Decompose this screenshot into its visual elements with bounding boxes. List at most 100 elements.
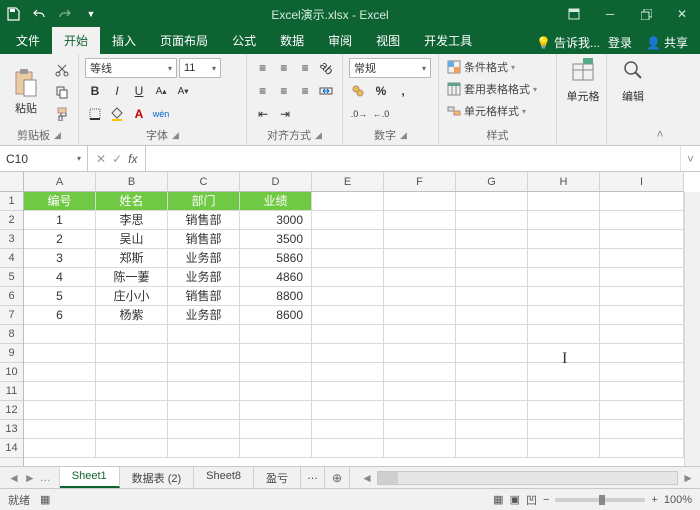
qa-save-icon[interactable] <box>0 3 26 25</box>
horizontal-scrollbar[interactable]: ◄ ► <box>355 467 700 488</box>
underline-button[interactable]: U <box>129 81 149 101</box>
edit-button[interactable]: 编辑 <box>613 58 653 104</box>
col-C[interactable]: C <box>168 172 240 191</box>
accept-formula-icon[interactable]: ✓ <box>112 152 122 166</box>
cell-style-button[interactable]: 单元格样式▾ <box>445 102 550 120</box>
sheet-list-button[interactable]: … <box>40 472 51 484</box>
expand-formula-bar[interactable]: ˅ <box>680 146 700 171</box>
col-E[interactable]: E <box>312 172 384 191</box>
cell-D1[interactable]: 业绩 <box>240 192 312 211</box>
vertical-scrollbar[interactable] <box>684 192 700 466</box>
tab-view[interactable]: 视图 <box>364 27 412 54</box>
col-B[interactable]: B <box>96 172 168 191</box>
row-8[interactable]: 8 <box>0 325 23 344</box>
increase-decimal-button[interactable]: .0→ <box>349 104 369 124</box>
tab-insert[interactable]: 插入 <box>100 27 148 54</box>
sheet-next-button[interactable]: ► <box>24 471 36 485</box>
fill-color-button[interactable] <box>107 104 127 124</box>
align-launcher[interactable]: ◢ <box>315 130 322 141</box>
indent-increase-button[interactable]: ⇥ <box>275 104 295 124</box>
collapse-ribbon-button[interactable]: ˄ <box>653 54 667 145</box>
font-size-combo[interactable]: 11▾ <box>179 58 221 78</box>
sheet-prev-button[interactable]: ◄ <box>8 471 20 485</box>
align-left-button[interactable]: ≡ <box>253 81 272 101</box>
sheet-tab-4[interactable]: 盈亏 <box>254 467 301 488</box>
row-5[interactable]: 5 <box>0 268 23 287</box>
tab-formula[interactable]: 公式 <box>220 27 268 54</box>
select-all-corner[interactable] <box>0 172 24 192</box>
copy-icon[interactable] <box>52 82 72 102</box>
row-7[interactable]: 7 <box>0 306 23 325</box>
border-button[interactable] <box>85 104 105 124</box>
sheet-tab-1[interactable]: Sheet1 <box>60 467 120 488</box>
shrink-font-button[interactable]: A▾ <box>173 81 193 101</box>
cell-C1[interactable]: 部门 <box>168 192 240 211</box>
col-G[interactable]: G <box>456 172 528 191</box>
merge-button[interactable] <box>317 81 336 101</box>
signin-link[interactable]: 登录 <box>608 34 632 51</box>
align-bottom-button[interactable]: ≡ <box>296 58 315 78</box>
align-center-button[interactable]: ≡ <box>274 81 293 101</box>
italic-button[interactable]: I <box>107 81 127 101</box>
align-right-button[interactable]: ≡ <box>296 81 315 101</box>
font-name-combo[interactable]: 等线▾ <box>85 58 177 78</box>
row-11[interactable]: 11 <box>0 382 23 401</box>
row-6[interactable]: 6 <box>0 287 23 306</box>
phonetic-button[interactable]: wén <box>151 104 171 124</box>
row-12[interactable]: 12 <box>0 401 23 420</box>
fx-icon[interactable]: fx <box>128 152 137 166</box>
restore-button[interactable] <box>628 0 664 28</box>
bold-button[interactable]: B <box>85 81 105 101</box>
row-2[interactable]: 2 <box>0 211 23 230</box>
col-H[interactable]: H <box>528 172 600 191</box>
ribbon-options-icon[interactable] <box>556 0 592 28</box>
clipboard-launcher[interactable]: ◢ <box>54 130 61 141</box>
tell-me[interactable]: 💡告诉我... <box>536 34 600 51</box>
decrease-decimal-button[interactable]: ←.0 <box>371 104 391 124</box>
col-F[interactable]: F <box>384 172 456 191</box>
col-I[interactable]: I <box>600 172 684 191</box>
orientation-button[interactable]: ab <box>317 58 336 78</box>
qa-redo-icon[interactable] <box>52 3 78 25</box>
formula-input[interactable] <box>146 146 680 171</box>
add-sheet-button[interactable]: ⊕ <box>325 467 349 488</box>
tab-dev[interactable]: 开发工具 <box>412 27 484 54</box>
row-10[interactable]: 10 <box>0 363 23 382</box>
minimize-button[interactable]: ─ <box>592 0 628 28</box>
col-A[interactable]: A <box>24 172 96 191</box>
row-1[interactable]: 1 <box>0 192 23 211</box>
number-format-combo[interactable]: 常规▾ <box>349 58 431 78</box>
qa-customize-icon[interactable]: ▼ <box>78 3 104 25</box>
cells[interactable]: 编号 姓名 部门 业绩 1李思销售部3000 2吴山销售部3500 3郑斯业务部… <box>24 192 684 466</box>
col-D[interactable]: D <box>240 172 312 191</box>
qa-undo-icon[interactable] <box>26 3 52 25</box>
cancel-formula-icon[interactable]: ✕ <box>96 152 106 166</box>
align-top-button[interactable]: ≡ <box>253 58 272 78</box>
tab-review[interactable]: 审阅 <box>316 27 364 54</box>
cells-button[interactable]: 单元格 <box>563 58 603 104</box>
format-painter-icon[interactable] <box>52 104 72 124</box>
tab-layout[interactable]: 页面布局 <box>148 27 220 54</box>
tab-file[interactable]: 文件 <box>4 27 52 54</box>
paste-button[interactable]: 粘贴 <box>6 58 46 125</box>
sheet-tab-2[interactable]: 数据表 (2) <box>120 467 195 488</box>
comma-button[interactable]: , <box>393 81 413 101</box>
cut-icon[interactable] <box>52 60 72 80</box>
share-button[interactable]: 👤共享 <box>640 31 694 54</box>
font-color-button[interactable]: A <box>129 104 149 124</box>
indent-decrease-button[interactable]: ⇤ <box>253 104 273 124</box>
grow-font-button[interactable]: A▴ <box>151 81 171 101</box>
row-9[interactable]: 9 <box>0 344 23 363</box>
percent-button[interactable]: % <box>371 81 391 101</box>
sheet-tab-3[interactable]: Sheet8 <box>194 467 254 488</box>
number-launcher[interactable]: ◢ <box>400 130 407 141</box>
tab-home[interactable]: 开始 <box>52 27 100 54</box>
row-13[interactable]: 13 <box>0 420 23 439</box>
tab-data[interactable]: 数据 <box>268 27 316 54</box>
font-launcher[interactable]: ◢ <box>172 130 179 141</box>
cell-A1[interactable]: 编号 <box>24 192 96 211</box>
row-3[interactable]: 3 <box>0 230 23 249</box>
align-middle-button[interactable]: ≡ <box>274 58 293 78</box>
conditional-format-button[interactable]: 条件格式▾ <box>445 58 550 76</box>
row-14[interactable]: 14 <box>0 439 23 458</box>
